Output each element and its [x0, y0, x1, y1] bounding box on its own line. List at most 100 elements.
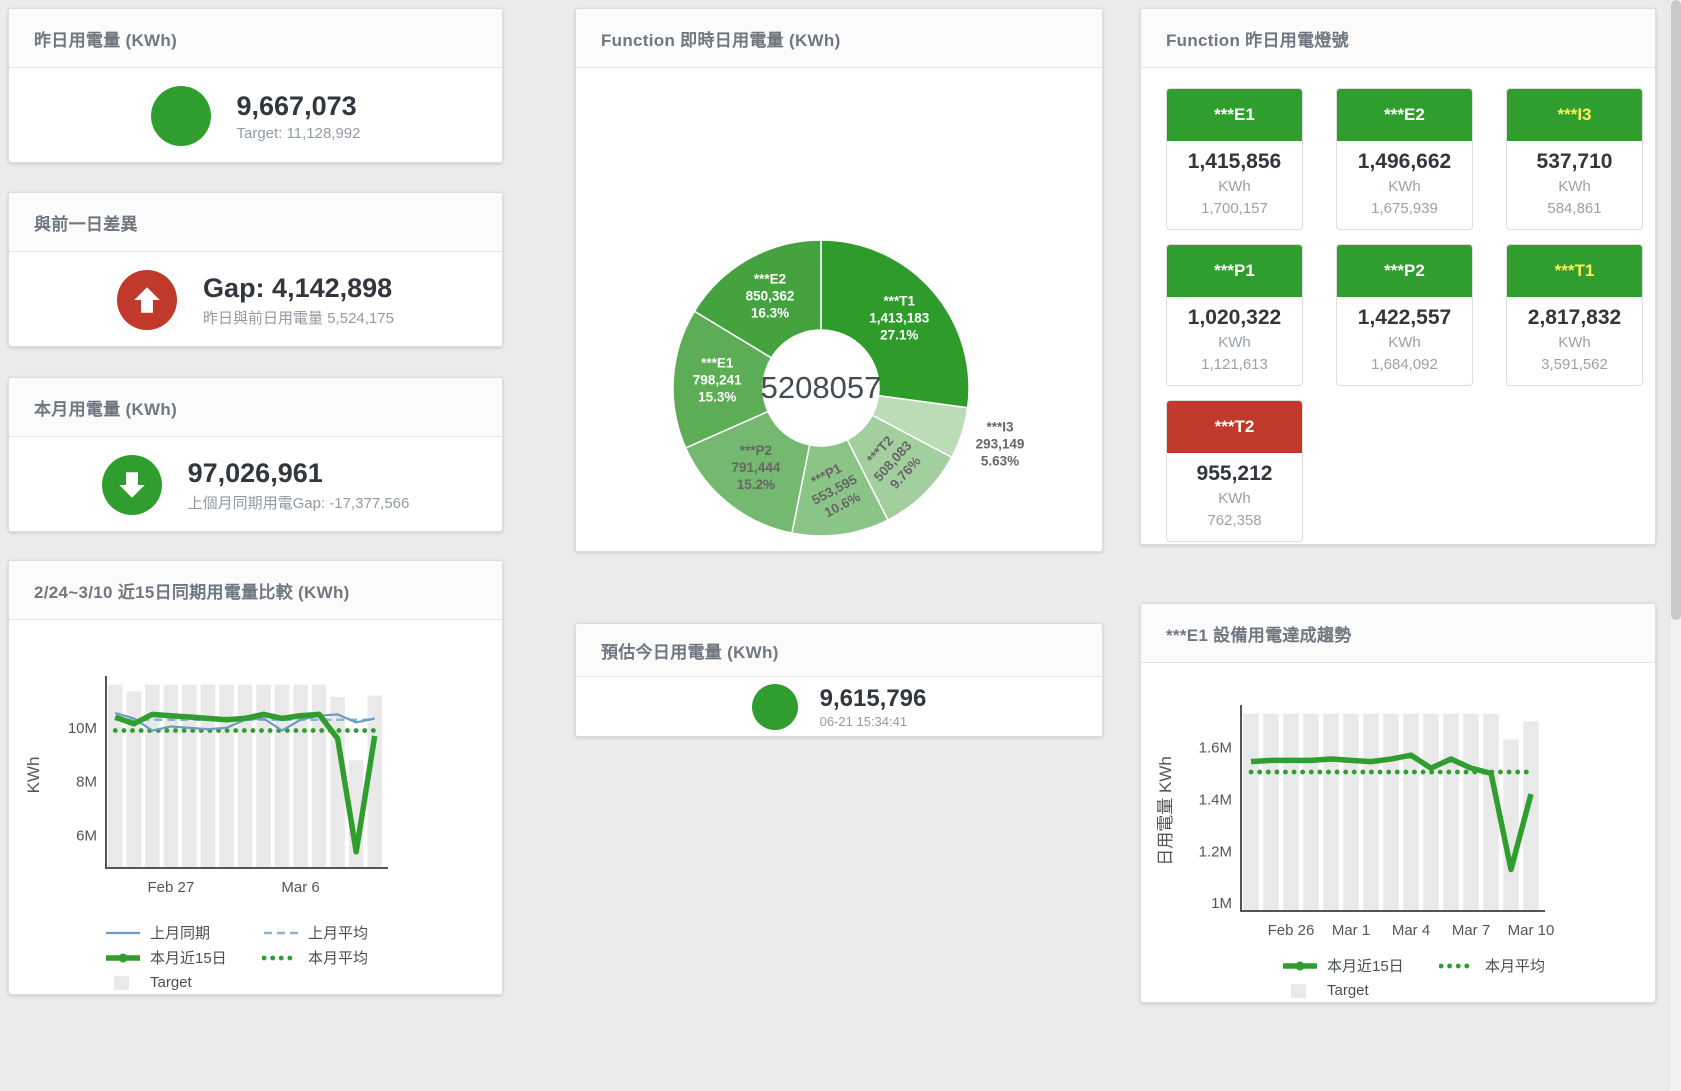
x-tick-label: Mar 6	[281, 879, 319, 896]
tile-header: ***T2	[1167, 401, 1302, 453]
status-circle-icon	[752, 684, 798, 730]
legend-item-Target[interactable]: Target	[104, 970, 262, 995]
target-bar	[1343, 714, 1359, 911]
stat-value: 9,667,073	[237, 90, 361, 122]
panel-header: Function 即時日用電量 (KWh)	[576, 9, 1102, 68]
legend-item-本月近15日[interactable]: 本月近15日	[1281, 953, 1439, 978]
tile-header: ***P1	[1167, 245, 1302, 297]
status-tile-p1: ***P1 1,020,322 KWh 1,121,613	[1166, 244, 1303, 386]
target-bar	[1463, 714, 1479, 911]
arrow-down-icon	[102, 455, 162, 515]
stat-text: 9,615,796 06-21 15:34:41	[820, 686, 927, 729]
x-tick-label: Mar 10	[1508, 922, 1555, 939]
tile-value: 1,415,856	[1169, 148, 1300, 176]
target-bar	[1303, 714, 1319, 911]
legend-label: 本月近15日	[1327, 955, 1404, 976]
target-bar	[1363, 714, 1379, 911]
tile-unit: KWh	[1169, 176, 1300, 198]
target-bar	[1263, 714, 1279, 911]
tile-body: 1,415,856 KWh 1,700,157	[1167, 141, 1302, 229]
legend-item-Target[interactable]: Target	[1281, 978, 1439, 1003]
stat-subtitle: 昨日與前日用電量 5,524,175	[203, 307, 394, 328]
function-usage-donut-chart[interactable]: ***T11,413,18327.1%***I3293,1495.63%***T…	[576, 68, 1102, 554]
panel-day-gap: 與前一日差異 Gap: 4,142,898 昨日與前日用電量 5,524,175	[8, 192, 503, 347]
legend-marker	[262, 925, 300, 941]
stat-value: 9,615,796	[820, 686, 927, 712]
page-scrollbar[interactable]	[1669, 0, 1681, 1091]
panel-realtime-donut: Function 即時日用電量 (KWh) ***T11,413,18327.1…	[575, 8, 1103, 552]
panel-15day-compare-chart: 2/24~3/10 近15日同期用電量比較 (KWh) 6M8M10MFeb 2…	[8, 560, 503, 995]
tile-label: ***I3	[1557, 105, 1591, 125]
tile-label: ***E1	[1214, 105, 1255, 125]
target-bar	[1383, 714, 1399, 911]
tile-label: ***T2	[1215, 417, 1255, 437]
tile-target: 1,684,092	[1339, 354, 1470, 376]
status-tile-t1: ***T1 2,817,832 KWh 3,591,562	[1506, 244, 1643, 386]
legend-marker	[104, 950, 142, 966]
target-bar	[275, 685, 289, 868]
compare-trend-chart[interactable]: 6M8M10MFeb 27Mar 6KWh	[9, 620, 502, 920]
e1-trend-chart[interactable]: 1M1.2M1.4M1.6MFeb 26Mar 1Mar 4Mar 7Mar 1…	[1141, 663, 1657, 953]
tile-body: 1,496,662 KWh 1,675,939	[1337, 141, 1472, 229]
panel-title: 與前一日差異	[34, 210, 138, 235]
tile-target: 762,358	[1169, 510, 1300, 532]
x-tick-label: Feb 27	[148, 879, 195, 896]
y-tick-label: 1.2M	[1199, 843, 1232, 860]
target-bar	[108, 685, 122, 868]
tile-label: ***P2	[1384, 261, 1425, 281]
target-bar	[293, 685, 307, 868]
target-bar	[1323, 714, 1339, 911]
stat-text: 9,667,073 Target: 11,128,992	[237, 90, 361, 142]
tile-label: ***T1	[1555, 261, 1595, 281]
target-bar	[1403, 714, 1419, 911]
legend-item-本月平均[interactable]: 本月平均	[1439, 953, 1597, 978]
legend-item-本月近15日[interactable]: 本月近15日	[104, 945, 262, 970]
tile-value: 955,212	[1169, 460, 1300, 488]
legend-label: 上月同期	[150, 922, 210, 943]
legend-label: Target	[1327, 982, 1369, 999]
donut-center-total: 5208057	[761, 370, 882, 405]
legend-marker	[262, 950, 300, 966]
arrow-up-icon	[117, 270, 177, 330]
tile-body: 1,020,322 KWh 1,121,613	[1167, 297, 1302, 385]
target-bar	[1423, 714, 1439, 911]
stat-body: 9,667,073 Target: 11,128,992	[9, 68, 502, 163]
y-axis-label: 日用電量 KWh	[1156, 756, 1175, 866]
panel-header: Function 昨日用電燈號	[1141, 9, 1655, 68]
panel-month-usage: 本月用電量 (KWh) 97,026,961 上個月同期用電Gap: -17,3…	[8, 377, 503, 532]
stat-subtitle: Target: 11,128,992	[237, 125, 361, 142]
y-tick-label: 6M	[76, 828, 97, 845]
panel-title: 預估今日用電量 (KWh)	[601, 638, 779, 663]
status-tile-p2: ***P2 1,422,557 KWh 1,684,092	[1336, 244, 1473, 386]
x-tick-label: Feb 26	[1268, 922, 1315, 939]
panel-title: ***E1 設備用電達成趨勢	[1166, 621, 1352, 646]
legend-item-上月同期[interactable]: 上月同期	[104, 920, 262, 945]
panel-title: Function 昨日用電燈號	[1166, 26, 1349, 51]
panel-header: 本月用電量 (KWh)	[9, 378, 502, 437]
target-bar	[1503, 740, 1519, 911]
y-tick-label: 1M	[1211, 895, 1232, 912]
tile-body: 1,422,557 KWh 1,684,092	[1337, 297, 1472, 385]
x-tick-label: Mar 4	[1392, 922, 1430, 939]
target-bar	[201, 685, 215, 868]
y-tick-label: 8M	[76, 774, 97, 791]
tile-unit: KWh	[1509, 332, 1640, 354]
y-axis-label: KWh	[24, 757, 43, 794]
panel-header: 昨日用電量 (KWh)	[9, 9, 502, 68]
legend-marker	[1439, 958, 1477, 974]
x-tick-label: Mar 1	[1332, 922, 1370, 939]
target-bar	[182, 685, 196, 868]
panel-e1-trend-chart: ***E1 設備用電達成趨勢 1M1.2M1.4M1.6MFeb 26Mar 1…	[1140, 603, 1656, 1003]
target-bar	[238, 685, 252, 868]
panel-header: 預估今日用電量 (KWh)	[576, 624, 1102, 677]
status-tile-e2: ***E2 1,496,662 KWh 1,675,939	[1336, 88, 1473, 230]
stat-value: 97,026,961	[188, 457, 410, 489]
panel-today-estimate: 預估今日用電量 (KWh) 9,615,796 06-21 15:34:41	[575, 623, 1103, 737]
legend-item-本月平均[interactable]: 本月平均	[262, 945, 420, 970]
panel-header: ***E1 設備用電達成趨勢	[1141, 604, 1655, 663]
legend-item-上月平均[interactable]: 上月平均	[262, 920, 420, 945]
scrollbar-thumb[interactable]	[1671, 0, 1681, 620]
panel-title: 昨日用電量 (KWh)	[34, 26, 177, 51]
tile-target: 1,675,939	[1339, 198, 1470, 220]
panel-title: Function 即時日用電量 (KWh)	[601, 26, 841, 51]
